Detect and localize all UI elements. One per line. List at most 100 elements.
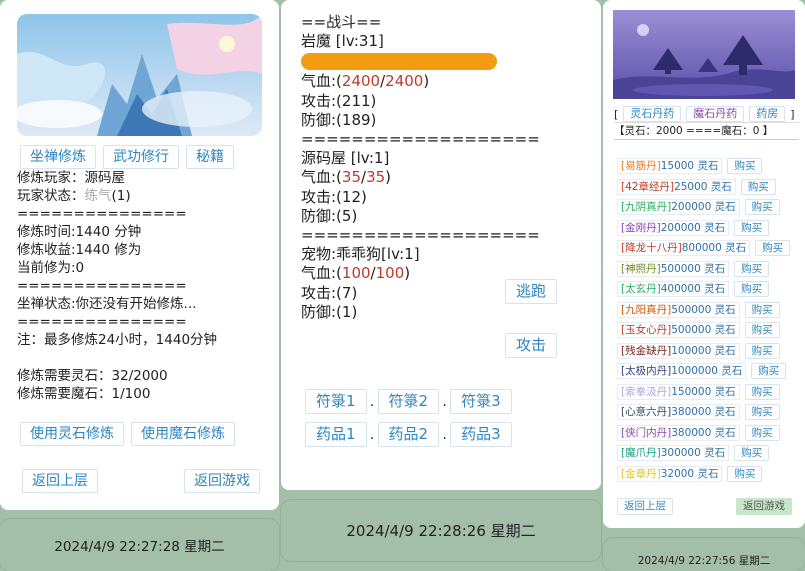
player-attack: 攻击:(12) — [301, 187, 367, 206]
cultivation-time: 修炼时间:1440 分钟 — [17, 224, 142, 240]
hp-current: 35 — [341, 168, 361, 187]
status-level: (1) — [111, 188, 131, 204]
cultivation-tabs: 坐禅修炼 武功修行 秘籍 — [20, 145, 234, 169]
pill-price: 500000 灵石 — [671, 324, 736, 337]
shop-item: [九阴真丹]200000 灵石 购买 — [617, 197, 790, 218]
shop-item-label: [残金缺丹]100000 灵石 — [617, 342, 740, 359]
buy-button[interactable]: 购买 — [727, 465, 763, 482]
buy-button[interactable]: 购买 — [744, 424, 780, 441]
tab-spirit-stone-pills[interactable]: 灵石丹药 — [623, 106, 682, 122]
buy-button[interactable]: 购买 — [744, 342, 780, 359]
stone-balance: 【灵石：2000 ====魔石：0 】 — [614, 122, 799, 140]
pill-name: [42章经丹] — [621, 180, 675, 193]
back-button[interactable]: 返回上层 — [22, 469, 98, 493]
buy-button[interactable]: 购买 — [734, 445, 770, 462]
meditation-state: 坐禅状态:你还没有开始修炼... — [17, 296, 197, 312]
pill-name: [太玄丹] — [621, 283, 661, 296]
current-cultivation: 当前修为:0 — [17, 260, 85, 276]
buy-button[interactable]: 购买 — [734, 219, 770, 236]
bracket: [ — [614, 107, 619, 121]
talisman-row: 符箓1 . 符箓2 . 符箓3 — [305, 389, 512, 414]
talisman-3-button[interactable]: 符箓3 — [450, 389, 512, 414]
pill-price: 15000 灵石 — [660, 160, 719, 173]
use-spirit-stone-button[interactable]: 使用灵石修炼 — [20, 422, 124, 446]
hp-label: 气血:( — [301, 264, 342, 283]
shop-item: [心意六丹]380000 灵石 购买 — [617, 402, 790, 423]
pill-price: 1000000 灵石 — [671, 365, 743, 378]
shop-list: [易筋丹]15000 灵石 购买 [42章经丹]25000 灵石 购买 [九阴真丹]20… — [617, 156, 791, 485]
status-value: 练气 — [84, 188, 112, 204]
use-stone-row: 使用灵石修炼 使用魔石修炼 — [20, 422, 235, 446]
shop-item-label: [金刚丹]200000 灵石 — [617, 219, 730, 236]
potion-3-button[interactable]: 药品3 — [450, 422, 512, 447]
timestamp: 2024/4/9 22:28:26 星期二 — [346, 522, 536, 540]
pill-price: 500000 灵石 — [660, 262, 726, 275]
battle-info: ==战斗== 岩魔 [lv:31] 气血:(2400/2400) 攻击:(211… — [301, 13, 540, 322]
talisman-2-button[interactable]: 符箓2 — [377, 389, 440, 414]
tab-secret-books[interactable]: 秘籍 — [186, 145, 234, 169]
buy-button[interactable]: 购买 — [751, 363, 787, 380]
divider: =============== — [17, 278, 187, 294]
separator: . — [442, 393, 447, 410]
timestamp: 2024/4/9 22:27:28 星期二 — [54, 539, 225, 555]
pill-price: 200000 灵石 — [671, 201, 736, 214]
attack-button[interactable]: 攻击 — [505, 333, 558, 358]
cultivation-panel: 坐禅修炼 武功修行 秘籍 修炼玩家：源码屋 玩家状态：练气(1) =======… — [0, 0, 279, 510]
shop-item-label: [易筋丹]15000 灵石 — [617, 158, 723, 175]
hp-max: 100 — [375, 264, 405, 283]
potion-1-button[interactable]: 药品1 — [305, 422, 367, 447]
limit-note: 注：最多修炼24小时，1440分钟 — [17, 332, 218, 348]
shop-item: [玉女心丹]500000 灵石 购买 — [617, 320, 790, 341]
buy-button[interactable]: 购买 — [744, 199, 780, 216]
hp-label: 气血:( — [301, 168, 342, 187]
player-row: 修炼玩家：源码屋 — [17, 169, 217, 187]
use-magic-stone-button[interactable]: 使用魔石修炼 — [131, 422, 235, 446]
buy-button[interactable]: 购买 — [734, 260, 770, 277]
shop-item-label: [金章丹]32000 灵石 — [617, 465, 723, 482]
tab-magic-stone-pills[interactable]: 魔石丹药 — [686, 106, 745, 122]
buy-button[interactable]: 购买 — [740, 178, 776, 195]
shop-item: [魔爪丹]300000 灵石 购买 — [617, 443, 790, 464]
shop-item: [42章经丹]25000 灵石 购买 — [617, 177, 790, 198]
pill-price: 400000 灵石 — [660, 283, 726, 296]
battle-title: ==战斗== — [301, 13, 382, 31]
separator: . — [369, 426, 375, 443]
shop-item-label: [太极内丹]1000000 灵石 — [617, 363, 747, 380]
potion-2-button[interactable]: 药品2 — [377, 422, 440, 447]
pill-name: [金章丹] — [621, 467, 661, 480]
buy-button[interactable]: 购买 — [744, 404, 780, 421]
talisman-1-button[interactable]: 符箓1 — [305, 389, 367, 414]
divider: =============== — [17, 206, 187, 222]
battle-panel: ==战斗== 岩魔 [lv:31] 气血:(2400/2400) 攻击:(211… — [281, 0, 601, 490]
enemy-attack: 攻击:(211) — [301, 91, 377, 110]
back-button[interactable]: 返回上层 — [617, 498, 673, 515]
shop-item: [金章丹]32000 灵石 购买 — [617, 464, 790, 485]
hp-current: 100 — [341, 264, 371, 283]
buy-button[interactable]: 购买 — [734, 281, 770, 298]
night-pavilion-banner — [613, 10, 795, 99]
tab-pharmacy[interactable]: 药房 — [749, 106, 786, 122]
buy-button[interactable]: 购买 — [755, 240, 791, 257]
shop-panel: [ 灵石丹药 魔石丹药 药房 ] 【灵石：2000 ====魔石：0 】 [易筋… — [603, 0, 805, 528]
shop-item: [残金缺丹]100000 灵石 购买 — [617, 341, 790, 362]
pet-defense: 防御:(1) — [301, 302, 358, 321]
flee-button[interactable]: 逃跑 — [505, 279, 558, 304]
pill-price: 25000 灵石 — [674, 180, 732, 193]
status-label: 玩家状态： — [17, 188, 85, 204]
buy-button[interactable]: 购买 — [744, 322, 780, 339]
fantasy-landscape-banner — [17, 14, 262, 136]
buy-button[interactable]: 购买 — [727, 158, 763, 175]
return-game-button[interactable]: 返回游戏 — [184, 469, 260, 493]
shop-item-label: [降龙十八丹]800000 灵石 — [617, 240, 751, 257]
pet-attack: 攻击:(7) — [301, 283, 358, 302]
cultivation-gain: 修炼收益:1440 修为 — [17, 242, 142, 258]
player-name: 源码屋 [lv:1] — [301, 149, 390, 168]
buy-button[interactable]: 购买 — [744, 383, 780, 400]
tab-meditation[interactable]: 坐禅修炼 — [20, 145, 96, 169]
shop-item-label: [玉女心丹]500000 灵石 — [617, 322, 740, 339]
tab-martial-training[interactable]: 武功修行 — [103, 145, 179, 169]
pill-price: 300000 灵石 — [660, 447, 726, 460]
buy-button[interactable]: 购买 — [744, 301, 780, 318]
potion-row: 药品1 . 药品2 . 药品3 — [305, 422, 512, 447]
return-game-button[interactable]: 返回游戏 — [736, 498, 792, 515]
